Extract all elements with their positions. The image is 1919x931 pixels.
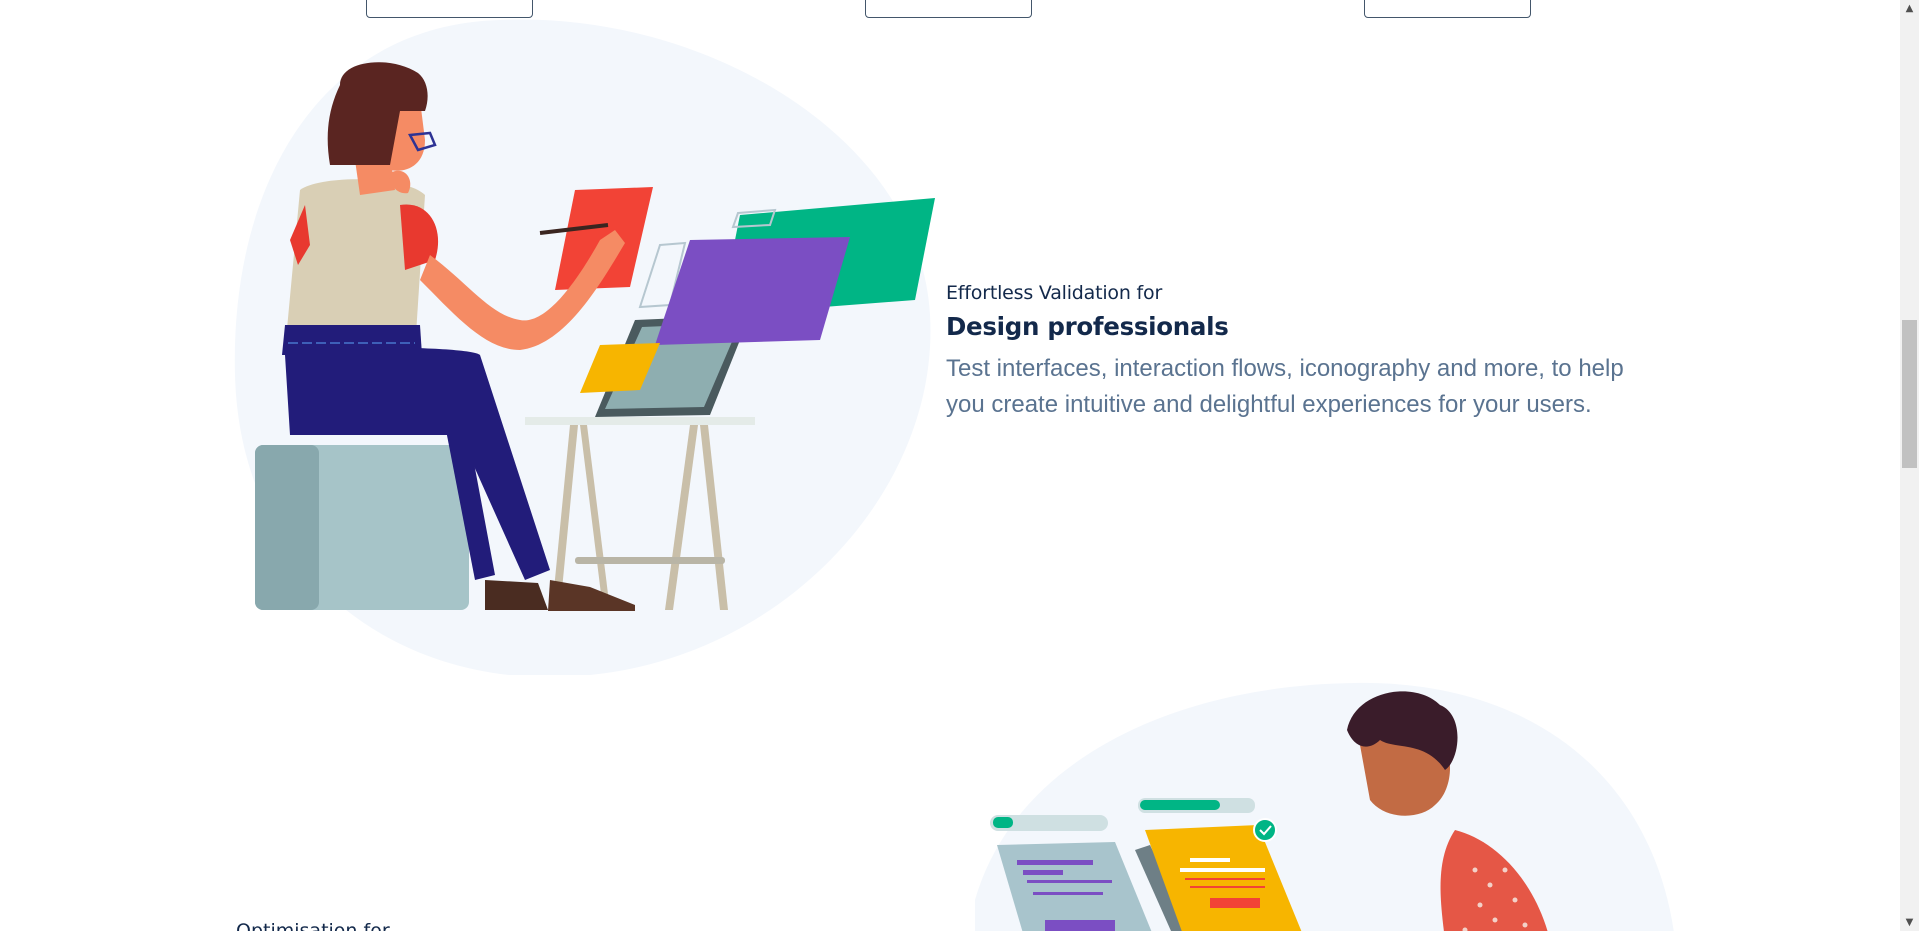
scroll-up-icon[interactable]: ▲	[1900, 0, 1919, 17]
optimisation-illustration	[975, 682, 1674, 931]
feature-eyebrow: Effortless Validation for	[946, 282, 1163, 304]
feature-design-professionals: Effortless Validation for Design profess…	[946, 282, 1666, 423]
feature-title: Design professionals	[946, 312, 1229, 341]
feature-description: Test interfaces, interaction flows, icon…	[946, 355, 1624, 418]
scroll-down-icon[interactable]: ▼	[1900, 914, 1919, 931]
design-professional-illustration	[234, 19, 935, 675]
feature-eyebrow-optimisation: Optimisation for	[236, 920, 390, 931]
scrollbar-thumb[interactable]	[1902, 320, 1917, 468]
page-scrollbar[interactable]: ▲ ▼	[1900, 0, 1919, 931]
top-card-button-3[interactable]	[1364, 0, 1531, 18]
page: Effortless Validation for Design profess…	[0, 0, 1900, 931]
